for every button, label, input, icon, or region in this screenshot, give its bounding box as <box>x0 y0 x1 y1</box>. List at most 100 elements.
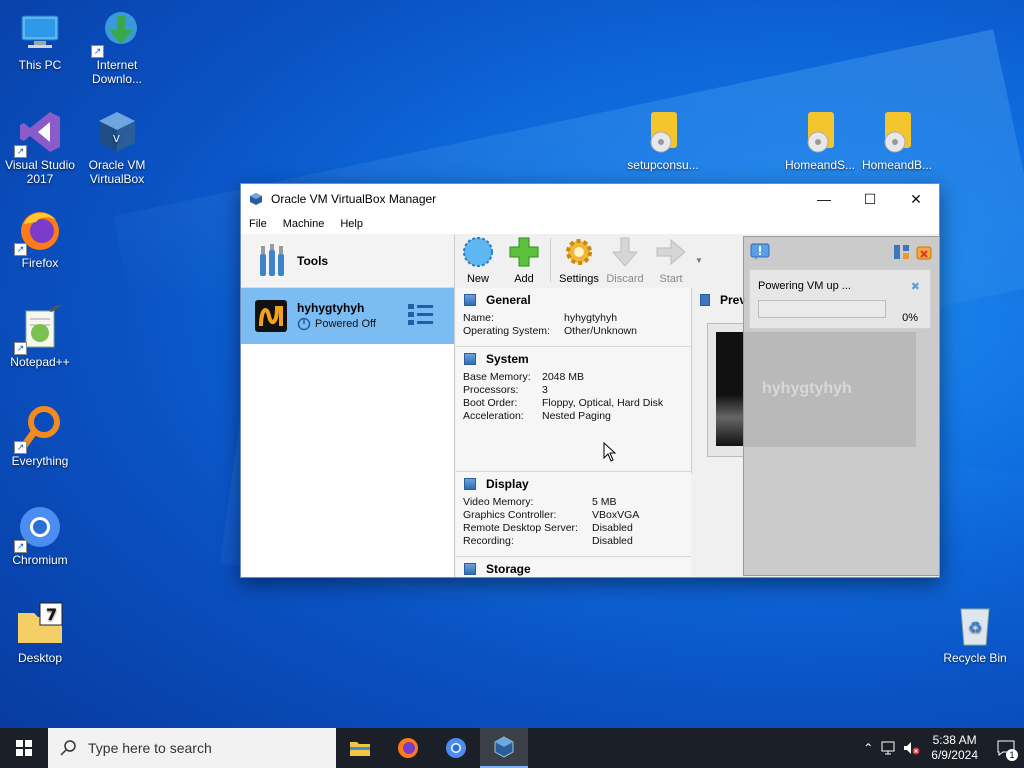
volume-muted-icon[interactable] <box>903 741 921 755</box>
taskbar-chromium[interactable] <box>432 728 480 768</box>
shortcut-arrow-icon: ↗ <box>14 540 27 553</box>
setup-package-icon <box>796 108 844 156</box>
notepad-plus-plus-icon: ↗ <box>14 303 64 355</box>
settings-button[interactable]: Settings <box>557 236 601 285</box>
new-button[interactable]: New <box>456 236 500 285</box>
vm-list-item[interactable]: hyhygtyhyh Powered Off <box>241 288 454 344</box>
menu-bar: File Machine Help <box>241 214 939 234</box>
setup-package-icon <box>639 108 687 156</box>
section-title: Display <box>486 477 529 491</box>
svg-text:V: V <box>113 134 120 145</box>
visual-studio-icon: ↗ <box>14 108 64 158</box>
firefox-icon <box>398 738 418 758</box>
window-titlebar[interactable]: Oracle VM VirtualBox Manager — ☐ ✕ <box>241 184 939 214</box>
discard-arrow-down-icon <box>611 237 639 267</box>
desktop-icon-label: Desktop <box>17 651 63 665</box>
desktop-icon-desktop-folder[interactable]: 7 Desktop <box>0 601 80 665</box>
discard-button[interactable]: Discard <box>603 236 647 285</box>
desktop-icon-label: HomeandB... <box>861 158 933 172</box>
notification-alert-icon[interactable] <box>750 243 770 261</box>
action-center-button[interactable]: 1 <box>988 728 1024 768</box>
search-placeholder: Type here to search <box>88 740 212 756</box>
notification-count-badge: 1 <box>1006 749 1018 761</box>
detail-key: Operating System: <box>463 325 550 337</box>
taskbar-clock[interactable]: 5:38 AM 6/9/2024 <box>931 733 978 763</box>
svg-text:♻: ♻ <box>968 618 982 637</box>
network-icon[interactable] <box>881 741 897 755</box>
taskbar-file-explorer[interactable] <box>336 728 384 768</box>
taskbar-virtualbox[interactable] <box>480 728 528 768</box>
computer-icon <box>16 8 64 56</box>
menu-help[interactable]: Help <box>340 218 363 230</box>
add-plus-icon <box>509 237 539 267</box>
everything-search-icon: ↗ <box>14 404 64 454</box>
desktop-icon-virtualbox[interactable]: V Oracle VM VirtualBox <box>77 108 157 186</box>
desktop-icon-firefox[interactable]: ↗ Firefox <box>0 206 80 270</box>
detail-key: Processors: <box>463 384 519 396</box>
cancel-progress-icon[interactable]: ✖ <box>911 280 920 293</box>
desktop-icon-everything[interactable]: ↗ Everything <box>0 404 80 468</box>
file-explorer-icon <box>350 742 370 756</box>
preview-section: Prev <box>691 288 747 473</box>
start-button-label: Start <box>659 273 683 285</box>
notification-center-panel: Powering VM up ... ✖ 0% hyhygtyhyh <box>743 236 940 576</box>
progress-text: Powering VM up ... <box>758 280 851 292</box>
detail-key: Acceleration: <box>463 410 524 422</box>
minimize-button[interactable]: — <box>801 184 847 214</box>
desktop-icon-homeands[interactable]: HomeandS... <box>780 108 860 172</box>
display-section: Display Video Memory: 5 MB Graphics Contr… <box>456 472 691 557</box>
firefox-icon: ↗ <box>14 206 64 256</box>
desktop-icon-label: Oracle VM <box>88 158 146 172</box>
vm-state: Powered Off <box>315 318 376 330</box>
shortcut-arrow-icon: ↗ <box>91 45 104 58</box>
desktop-icon-this-pc[interactable]: This PC <box>0 8 80 72</box>
desktop-icon-label: Downlo... <box>91 72 143 86</box>
vm-details-menu-icon[interactable] <box>408 302 434 328</box>
desktop-icon-notepad-plus-plus[interactable]: ↗ Notepad++ <box>0 303 80 369</box>
detail-value: Other/Unknown <box>564 325 637 337</box>
window-title: Oracle VM VirtualBox Manager <box>271 192 437 206</box>
settings-button-label: Settings <box>559 273 599 285</box>
desktop-icon-internet-download-manager[interactable]: ↗ Internet Downlo... <box>77 8 157 86</box>
desktop-icon-visual-studio[interactable]: ↗ Visual Studio 2017 <box>0 108 80 186</box>
notification-clear-icon[interactable] <box>915 243 933 261</box>
tools-item[interactable]: Tools <box>241 234 454 288</box>
storage-section: Storage <box>456 557 691 581</box>
desktop-icon-chromium[interactable]: ↗ Chromium <box>0 503 80 567</box>
detail-value: Disabled <box>592 522 633 534</box>
progress-percent: 0% <box>902 312 918 324</box>
maximize-button[interactable]: ☐ <box>847 184 893 214</box>
toolbar-separator <box>550 238 551 282</box>
start-dropdown-chevron-icon[interactable]: ▼ <box>695 256 703 265</box>
add-button-label: Add <box>514 273 534 285</box>
details-pane: General Name: hyhygtyhyh Operating System… <box>456 288 691 577</box>
desktop-icon-setupconsu[interactable]: setupconsu... <box>623 108 703 172</box>
vm-name: hyhygtyhyh <box>297 301 365 315</box>
preview-thumbnail <box>707 323 747 457</box>
section-title: Storage <box>486 562 531 576</box>
new-machine-icon <box>463 237 493 267</box>
preview-vm-name: hyhygtyhyh <box>762 380 852 397</box>
start-menu-button[interactable] <box>0 728 48 768</box>
start-button[interactable]: Start <box>649 236 693 285</box>
clock-time: 5:38 AM <box>932 733 977 747</box>
chromium-icon: ↗ <box>14 503 64 553</box>
desktop-icon-label: setupconsu... <box>627 158 699 172</box>
desktop-icon-homeandb[interactable]: HomeandB... <box>857 108 937 172</box>
notification-sort-icon[interactable] <box>893 243 911 261</box>
progress-bar <box>758 300 886 318</box>
desktop-icon-recycle-bin[interactable]: ♻ Recycle Bin <box>935 601 1015 665</box>
menu-file[interactable]: File <box>249 218 267 230</box>
show-hidden-icons-chevron-icon[interactable]: ⌃ <box>863 741 873 755</box>
taskbar-firefox[interactable] <box>384 728 432 768</box>
detail-value: 2048 MB <box>542 371 585 383</box>
taskbar-search-box[interactable]: Type here to search <box>48 728 336 768</box>
mouse-cursor-icon <box>603 442 617 462</box>
desktop-icon-label: Visual Studio <box>5 158 75 172</box>
virtualbox-icon <box>250 193 262 205</box>
shortcut-arrow-icon: ↗ <box>14 243 27 256</box>
section-title: System <box>486 352 529 366</box>
close-button[interactable]: ✕ <box>893 184 939 214</box>
menu-machine[interactable]: Machine <box>283 218 325 230</box>
add-button[interactable]: Add <box>502 236 546 285</box>
